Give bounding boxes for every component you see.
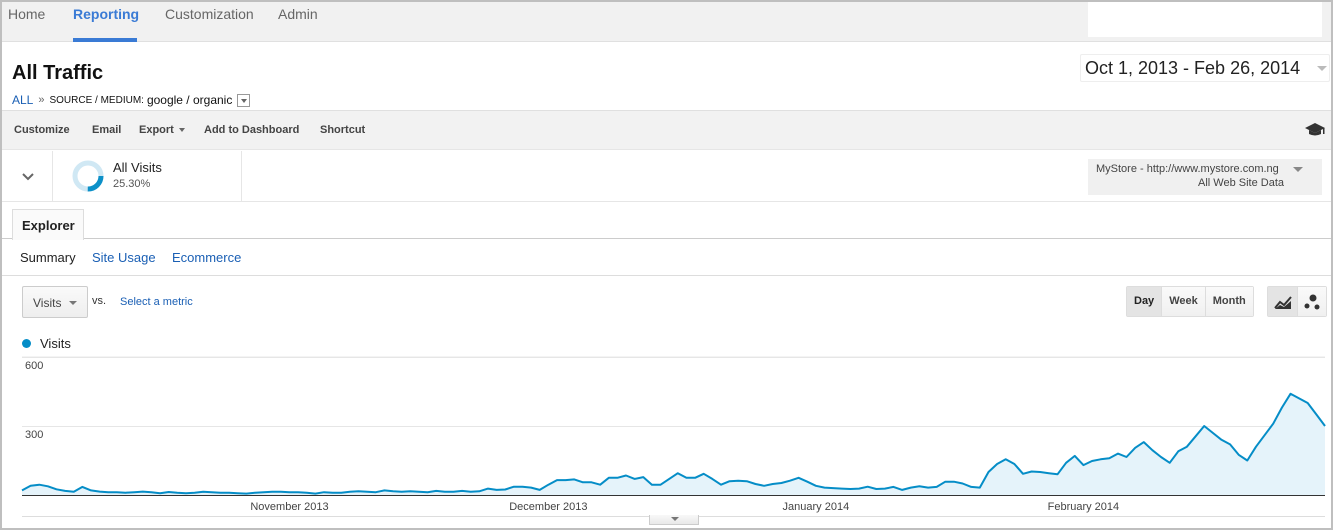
- area-fill: [22, 393, 1325, 495]
- legend-dot-icon: [22, 339, 31, 348]
- granularity-month-button[interactable]: Month: [1204, 287, 1253, 316]
- chevron-down-icon: [1293, 167, 1303, 172]
- breadcrumb-dimension-value: google / organic: [146, 93, 233, 107]
- subtab-ecommerce[interactable]: Ecommerce: [172, 250, 241, 265]
- chevron-down-icon[interactable]: [18, 167, 38, 187]
- chart-expand-handle[interactable]: [649, 515, 699, 525]
- export-label: Export: [139, 124, 174, 136]
- nav-reporting[interactable]: Reporting: [73, 6, 139, 22]
- date-range-text: Oct 1, 2013 - Feb 26, 2014: [1085, 58, 1301, 78]
- graduation-cap-icon[interactable]: [1304, 122, 1326, 138]
- caret-down-icon: [178, 128, 185, 133]
- report-tabs: Explorer: [2, 209, 1331, 240]
- profile-name: MyStore - http://www.mystore.com.ng: [1096, 163, 1279, 175]
- segment-name[interactable]: All Visits: [113, 160, 162, 175]
- metric-dropdown-label: Visits: [33, 296, 62, 310]
- page-title: All Traffic: [12, 62, 104, 84]
- breadcrumb-dimension-label: SOURCE / MEDIUM:: [49, 94, 144, 106]
- customize-button[interactable]: Customize: [14, 124, 70, 136]
- add-to-dashboard-button[interactable]: Add to Dashboard: [204, 124, 299, 136]
- export-button[interactable]: Export: [139, 124, 185, 136]
- profile-selector[interactable]: MyStore - http://www.mystore.com.ng All …: [1088, 159, 1322, 195]
- granularity-toggle: Day Week Month: [1126, 286, 1254, 317]
- granularity-day-button[interactable]: Day: [1127, 287, 1162, 316]
- report-toolbar: Customize Email Export Add to Dashboard …: [2, 110, 1331, 150]
- segment-donut-arc: [87, 175, 104, 192]
- motion-chart-icon: [1304, 294, 1320, 309]
- metric-dropdown[interactable]: Visits: [22, 286, 88, 318]
- legend-label: Visits: [40, 336, 71, 351]
- breadcrumb-separator: »: [38, 94, 45, 106]
- granularity-week-button[interactable]: Week: [1161, 287, 1205, 316]
- line-chart-button[interactable]: [1268, 287, 1297, 316]
- line-chart-icon: [1273, 295, 1292, 309]
- y-tick-label: 300: [25, 429, 43, 441]
- caret-down-icon: [69, 301, 77, 305]
- chart-legend: Visits: [22, 336, 71, 351]
- nav-admin[interactable]: Admin: [278, 6, 318, 22]
- nav-home[interactable]: Home: [8, 6, 45, 22]
- subtab-site-usage[interactable]: Site Usage: [92, 250, 156, 265]
- select-metric-link[interactable]: Select a metric: [120, 296, 193, 308]
- top-navigation: Home Reporting Customization Admin: [2, 2, 1331, 42]
- x-tick-label: December 2013: [509, 501, 587, 513]
- segment-donut-icon: [72, 160, 104, 192]
- explorer-subtabs: Summary Site Usage Ecommerce: [2, 239, 1331, 276]
- divider: [241, 151, 242, 201]
- vs-label: vs.: [92, 295, 107, 307]
- y-tick-label: 600: [25, 360, 43, 372]
- breadcrumb: ALL » SOURCE / MEDIUM: google / organic: [12, 93, 251, 107]
- divider: [52, 151, 53, 201]
- date-range-picker[interactable]: Oct 1, 2013 - Feb 26, 2014: [1080, 54, 1330, 82]
- x-tick-label: November 2013: [250, 501, 328, 513]
- profile-view: All Web Site Data: [1197, 177, 1284, 189]
- shortcut-button[interactable]: Shortcut: [320, 124, 365, 136]
- motion-chart-button[interactable]: [1297, 287, 1326, 316]
- segment-percent: 25.30%: [113, 178, 151, 190]
- tab-explorer[interactable]: Explorer: [12, 209, 84, 240]
- subtab-summary[interactable]: Summary: [20, 250, 76, 265]
- chart-type-toggle: [1267, 286, 1327, 317]
- dimension-dropdown-button[interactable]: [237, 93, 251, 107]
- account-area: [1088, 2, 1322, 37]
- active-tab-indicator: [73, 38, 137, 42]
- email-button[interactable]: Email: [92, 124, 121, 136]
- visits-chart: 300 600 November 2013 December 2013 January …: [21, 356, 1326, 517]
- breadcrumb-all-link[interactable]: ALL: [12, 93, 33, 107]
- x-tick-label: February 2014: [1048, 501, 1120, 513]
- nav-customization[interactable]: Customization: [165, 6, 254, 22]
- x-tick-label: January 2014: [783, 501, 850, 513]
- chevron-down-icon: [1317, 66, 1327, 71]
